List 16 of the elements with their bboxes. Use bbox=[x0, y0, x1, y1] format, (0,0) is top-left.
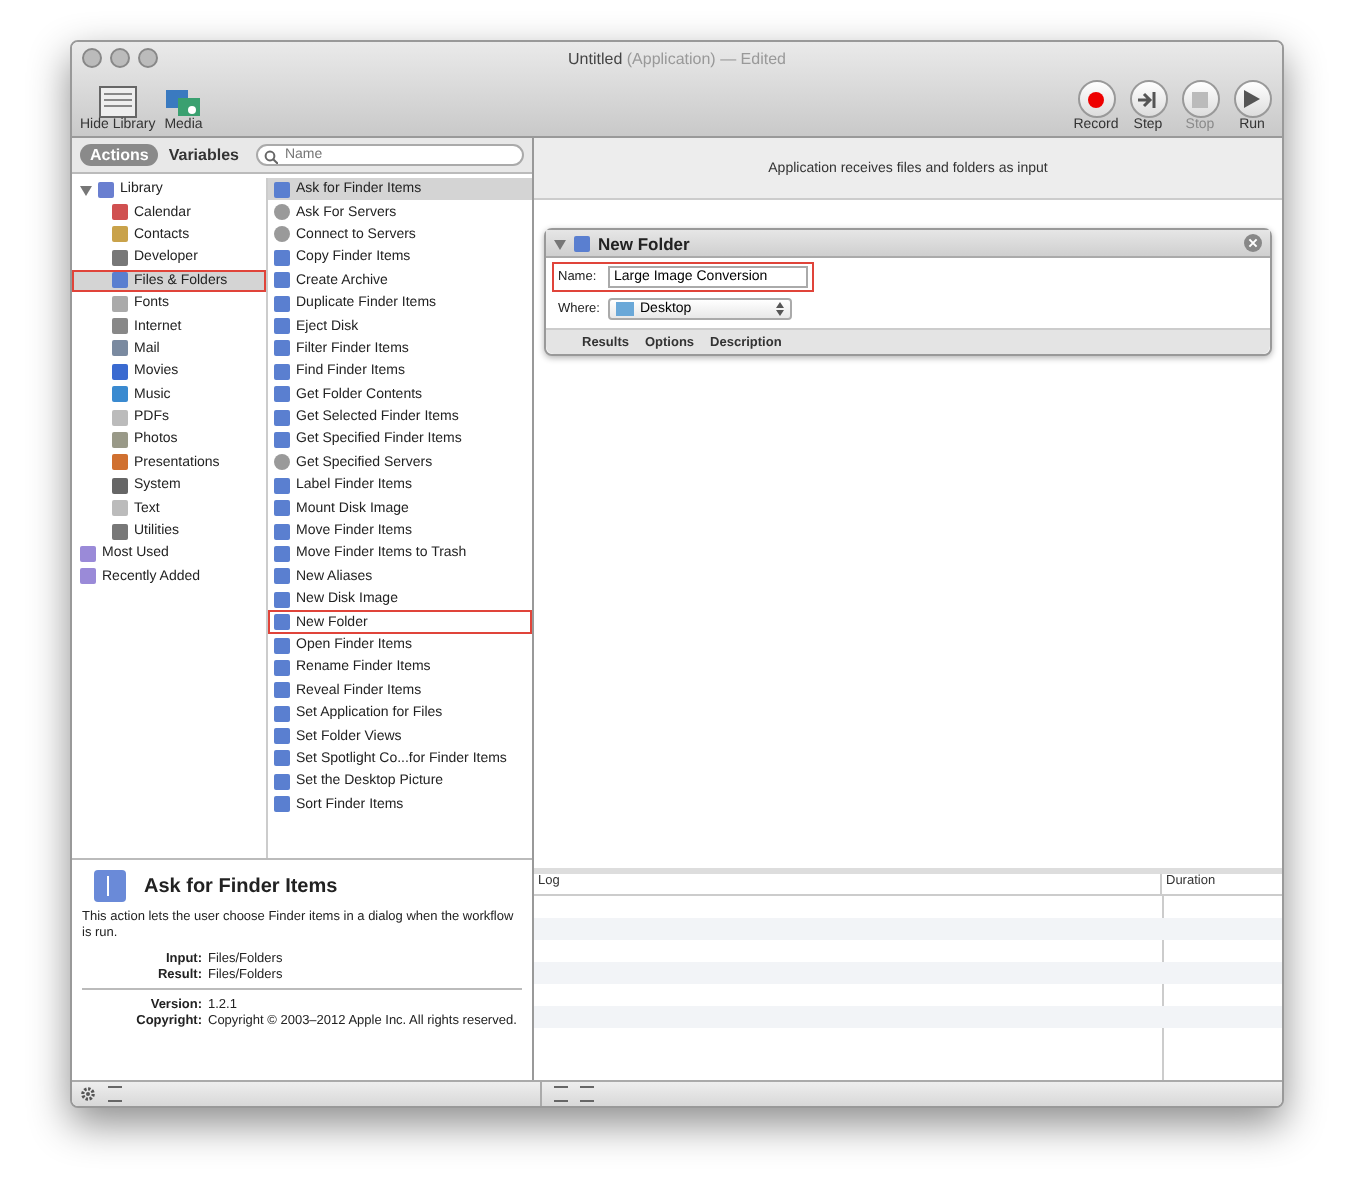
gear-icon[interactable] bbox=[80, 1086, 96, 1102]
media-icon bbox=[163, 86, 204, 118]
close-icon[interactable] bbox=[1244, 234, 1262, 252]
disclosure-triangle-icon[interactable] bbox=[554, 237, 566, 249]
window-title: Untitled bbox=[568, 49, 623, 67]
action-title: Ask for Finder Items bbox=[144, 875, 338, 897]
window-subtitle: (Application) — Edited bbox=[626, 49, 786, 67]
action-title: New Folder bbox=[598, 233, 692, 253]
record-icon bbox=[1086, 89, 1106, 109]
step-icon bbox=[1138, 91, 1158, 107]
stop-icon bbox=[1192, 91, 1208, 107]
library-panel-icon bbox=[95, 86, 140, 118]
tab[interactable]: Variables bbox=[158, 144, 249, 166]
disclosure-triangle-icon[interactable] bbox=[80, 183, 92, 196]
play-icon bbox=[1244, 90, 1260, 108]
stepper-arrows-icon bbox=[776, 302, 784, 316]
